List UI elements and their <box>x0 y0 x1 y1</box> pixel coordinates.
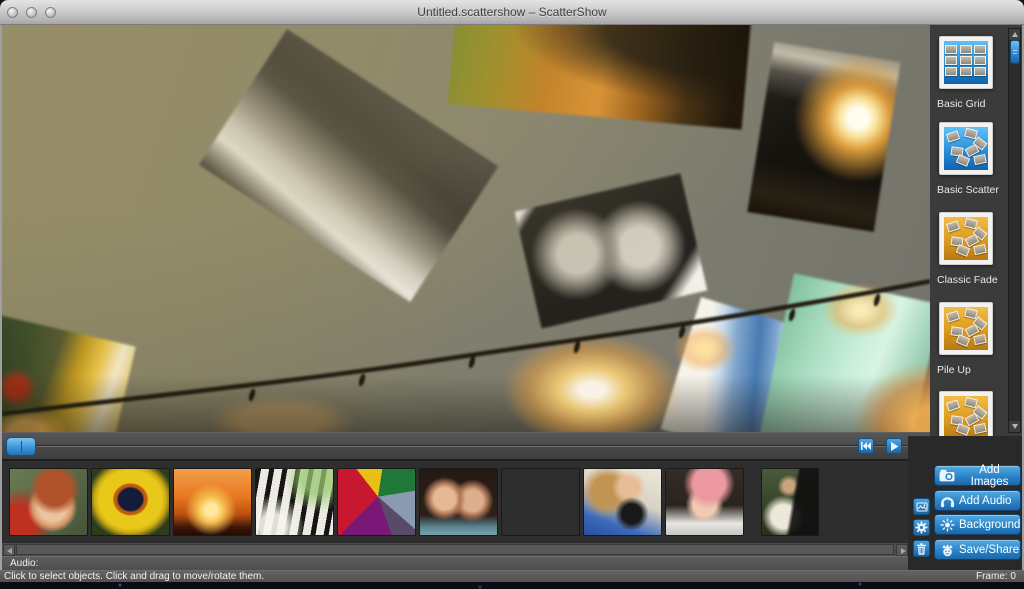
action-panel: Add Images Add Audio <box>908 436 1022 570</box>
scroll-up-icon[interactable] <box>1009 29 1020 40</box>
filmstrip-photo-zebra[interactable] <box>256 469 333 535</box>
audio-bar: Audio: <box>2 556 908 570</box>
template-thumbnail <box>939 122 993 175</box>
scroll-left-icon[interactable] <box>3 544 15 556</box>
audio-label: Audio: <box>10 558 38 569</box>
template-thumbnail <box>939 36 993 89</box>
scrollbar-track[interactable] <box>16 544 894 555</box>
template-thumbnail <box>939 391 993 436</box>
filmstrip-photo-two-women[interactable] <box>420 469 497 535</box>
add-audio-label: Add Audio <box>959 495 1011 507</box>
timeline-bar[interactable] <box>2 432 930 460</box>
timeline-scrubber[interactable] <box>6 437 36 456</box>
brightness-icon <box>939 518 955 532</box>
save-share-label: Save/Share <box>959 544 1019 556</box>
filmstrip-photo-woman-with-camera[interactable] <box>584 469 661 535</box>
filmstrip-photo-baby-pink-hat[interactable] <box>666 469 743 535</box>
gear-icon <box>915 521 928 534</box>
filmstrip-photo-couple-in-field[interactable] <box>502 469 579 535</box>
image-icon <box>916 501 928 513</box>
camera-icon <box>939 469 955 483</box>
delete-button[interactable] <box>913 540 930 557</box>
scattershow-app: Untitled.scattershow – ScatterShow <box>0 0 1024 589</box>
add-images-label: Add Images <box>959 464 1020 488</box>
scroll-down-icon[interactable] <box>1009 421 1020 432</box>
settings-button[interactable] <box>913 519 930 536</box>
filmstrip-photo-sunflower-butterfly[interactable] <box>92 469 169 535</box>
template-thumbnail <box>939 302 993 355</box>
frame-counter: Frame: 0 <box>976 571 1016 582</box>
desktop-background <box>0 582 1024 589</box>
status-bar: Click to select objects. Click and drag … <box>0 570 1024 582</box>
play-button[interactable] <box>886 438 902 454</box>
place-image-button[interactable] <box>913 498 930 515</box>
filmstrip-photo-wedding-kiss[interactable] <box>762 469 818 535</box>
filmstrip-panel <box>2 460 910 542</box>
filmstrip-photo-party-sunset[interactable] <box>174 469 251 535</box>
headphones-icon <box>939 494 955 508</box>
trash-icon <box>916 543 927 555</box>
scrollbar-thumb[interactable] <box>1010 40 1020 64</box>
play-icon <box>890 442 899 451</box>
template-thumbnail <box>939 212 993 265</box>
crown-face-icon <box>939 543 955 557</box>
preview-canvas[interactable] <box>2 25 930 432</box>
string-lights <box>2 25 930 432</box>
rewind-button[interactable] <box>858 438 874 454</box>
template-scrollbar[interactable] <box>1008 28 1021 433</box>
add-audio-button[interactable]: Add Audio <box>934 490 1021 511</box>
add-images-button[interactable]: Add Images <box>934 465 1021 486</box>
title-bar[interactable]: Untitled.scattershow – ScatterShow <box>0 0 1024 25</box>
filmstrip-photo-girl-portrait[interactable] <box>10 469 87 535</box>
scroll-right-icon[interactable] <box>896 544 908 556</box>
save-share-button[interactable]: Save/Share <box>934 539 1021 560</box>
filmstrip-photo-kite-beach[interactable] <box>338 469 415 535</box>
timeline-track[interactable] <box>6 445 924 447</box>
background-button[interactable]: Background <box>934 514 1021 535</box>
background-label: Background <box>959 519 1020 531</box>
status-hint: Click to select objects. Click and drag … <box>4 571 264 582</box>
rewind-icon <box>861 442 871 450</box>
template-sidebar: Basic Grid Basic Scatter Classic Fade Pi… <box>930 25 1022 436</box>
filmstrip-scrollbar[interactable] <box>2 542 910 556</box>
window-title: Untitled.scattershow – ScatterShow <box>0 5 1024 19</box>
